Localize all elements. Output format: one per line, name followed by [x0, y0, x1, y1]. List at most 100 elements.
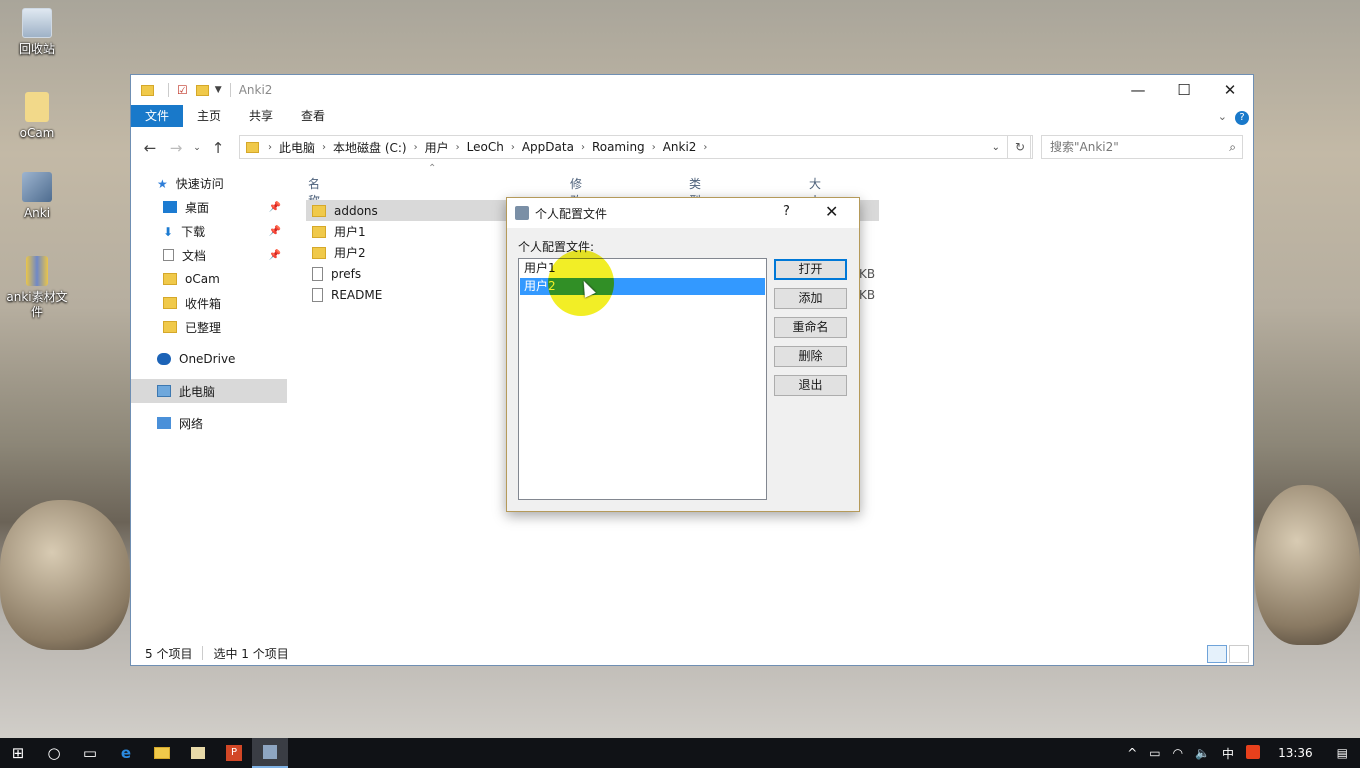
- task-view-icon[interactable]: ▭: [72, 738, 108, 768]
- breadcrumb-leoch[interactable]: LeoCh: [463, 140, 508, 154]
- recent-locations-icon[interactable]: ⌄: [189, 143, 205, 153]
- rename-button[interactable]: 重命名: [774, 317, 847, 338]
- file-name: README: [331, 287, 383, 302]
- up-button[interactable]: ↑: [205, 139, 231, 157]
- refresh-button[interactable]: ↻: [1007, 135, 1033, 159]
- nav-item-network[interactable]: 网络: [131, 411, 287, 435]
- pin-icon[interactable]: 📌: [269, 226, 281, 237]
- start-icon[interactable]: ⊞: [0, 738, 36, 768]
- ime-indicator[interactable]: 中: [1216, 745, 1240, 762]
- desktop-icon-label: anki素材文件: [6, 290, 68, 319]
- taskbar: ⊞ ○ ▭ e P ^ ▭ ◠ 🔈 中 13:36 ▤: [0, 738, 1360, 768]
- close-button[interactable]: ✕: [1207, 75, 1253, 105]
- quick-access-dropdown-icon[interactable]: ▼: [215, 85, 222, 95]
- edge-icon[interactable]: e: [108, 738, 144, 768]
- details-view-button[interactable]: [1207, 645, 1227, 663]
- anki-taskbar-icon[interactable]: [252, 738, 288, 768]
- chevron-right-icon[interactable]: ›: [649, 142, 659, 153]
- chevron-right-icon[interactable]: ›: [265, 142, 275, 153]
- nav-label: 快速访问: [175, 176, 224, 191]
- folder-icon: [163, 321, 177, 333]
- pin-icon[interactable]: 📌: [269, 250, 281, 261]
- desktop-icon-anki[interactable]: Anki: [10, 172, 64, 221]
- pin-icon[interactable]: 📌: [269, 202, 281, 213]
- breadcrumb-local-disk[interactable]: 本地磁盘 (C:): [329, 139, 411, 156]
- dialog-close-button[interactable]: ✕: [825, 202, 838, 221]
- divider: [168, 83, 169, 97]
- quit-button[interactable]: 退出: [774, 375, 847, 396]
- volume-icon[interactable]: 🔈: [1189, 746, 1216, 760]
- nav-item-quick-access[interactable]: ★ 快速访问: [131, 171, 287, 195]
- add-button[interactable]: 添加: [774, 288, 847, 309]
- tab-view[interactable]: 查看: [287, 105, 339, 127]
- breadcrumb-roaming[interactable]: Roaming: [588, 140, 649, 154]
- chevron-right-icon[interactable]: ›: [700, 142, 710, 153]
- minimize-button[interactable]: —: [1115, 75, 1161, 105]
- sogou-icon[interactable]: [1240, 744, 1266, 762]
- nav-item-ocam[interactable]: oCam: [131, 267, 287, 291]
- nav-item-downloads[interactable]: ⬇ 下载 📌: [131, 219, 287, 243]
- desktop-icon-label: oCam: [19, 126, 55, 140]
- clock[interactable]: 13:36: [1266, 746, 1325, 760]
- ocam-icon[interactable]: [180, 738, 216, 768]
- file-explorer-icon[interactable]: [144, 738, 180, 768]
- recycle-bin-icon: [22, 8, 52, 38]
- new-folder-icon[interactable]: [195, 84, 209, 96]
- address-bar[interactable]: › 此电脑 › 本地磁盘 (C:) › 用户 › LeoCh › AppData…: [239, 135, 1031, 159]
- onedrive-icon: [157, 353, 171, 365]
- chevron-up-icon[interactable]: ^: [1121, 746, 1143, 760]
- maximize-button[interactable]: ☐: [1161, 75, 1207, 105]
- file-name: prefs: [331, 266, 362, 281]
- chevron-right-icon[interactable]: ›: [453, 142, 463, 153]
- address-dropdown-icon[interactable]: ⌄: [992, 142, 1000, 153]
- chevron-right-icon[interactable]: ›: [508, 142, 518, 153]
- desktop-icon-label: 回收站: [18, 42, 55, 56]
- properties-icon[interactable]: ☑: [177, 83, 188, 97]
- notification-icon[interactable]: ▤: [1325, 746, 1360, 760]
- expand-ribbon-icon[interactable]: ⌄: [1218, 110, 1227, 123]
- desktop-icon-ocam[interactable]: oCam: [10, 92, 64, 141]
- search-icon: ⌕: [1229, 140, 1236, 154]
- text-file-icon: [312, 287, 323, 302]
- wifi-icon[interactable]: ◠: [1167, 746, 1189, 760]
- forward-button[interactable]: →: [163, 139, 189, 157]
- search-input[interactable]: 搜索"Anki2" ⌕: [1041, 135, 1243, 159]
- nav-label: 桌面: [185, 200, 210, 215]
- chevron-right-icon[interactable]: ›: [319, 142, 329, 153]
- anki-icon: [515, 206, 529, 220]
- tab-file[interactable]: 文件: [131, 105, 184, 127]
- breadcrumb-users[interactable]: 用户: [421, 139, 453, 156]
- delete-button[interactable]: 删除: [774, 346, 847, 367]
- folder-icon: [163, 297, 177, 309]
- nav-label: 已整理: [185, 320, 222, 335]
- nav-item-onedrive[interactable]: OneDrive: [131, 347, 287, 371]
- nav-item-desktop[interactable]: 桌面 📌: [131, 195, 287, 219]
- tab-share[interactable]: 共享: [235, 105, 287, 127]
- battery-icon[interactable]: ▭: [1143, 746, 1166, 760]
- zip-archive-icon: [26, 256, 48, 286]
- nav-item-documents[interactable]: 文档 📌: [131, 243, 287, 267]
- desktop-icon-recycle-bin[interactable]: 回收站: [10, 8, 64, 57]
- help-icon[interactable]: ?: [1235, 111, 1249, 125]
- chevron-right-icon[interactable]: ›: [411, 142, 421, 153]
- large-icons-view-button[interactable]: [1229, 645, 1249, 663]
- desktop-icon-anki-files[interactable]: anki素材文件: [4, 256, 70, 320]
- window-title: Anki2: [238, 83, 273, 97]
- nav-item-this-pc[interactable]: 此电脑: [131, 379, 287, 403]
- nav-label: 此电脑: [179, 384, 216, 399]
- navigation-bar: ← → ⌄ ↑ › 此电脑 › 本地磁盘 (C:) › 用户 › LeoCh ›…: [131, 135, 1253, 161]
- tab-home[interactable]: 主页: [183, 105, 235, 127]
- breadcrumb-anki2[interactable]: Anki2: [659, 140, 701, 154]
- dialog-help-button[interactable]: ?: [783, 204, 790, 219]
- open-button[interactable]: 打开: [774, 259, 847, 280]
- nav-item-inbox[interactable]: 收件箱: [131, 291, 287, 315]
- nav-item-organized[interactable]: 已整理: [131, 315, 287, 339]
- item-count: 5 个项目: [145, 646, 193, 661]
- search-placeholder: 搜索"Anki2": [1050, 140, 1119, 154]
- chevron-right-icon[interactable]: ›: [578, 142, 588, 153]
- breadcrumb-appdata[interactable]: AppData: [518, 140, 578, 154]
- back-button[interactable]: ←: [137, 139, 163, 157]
- breadcrumb-this-pc[interactable]: 此电脑: [275, 139, 319, 156]
- cortana-icon[interactable]: ○: [36, 738, 72, 768]
- powerpoint-icon[interactable]: P: [216, 738, 252, 768]
